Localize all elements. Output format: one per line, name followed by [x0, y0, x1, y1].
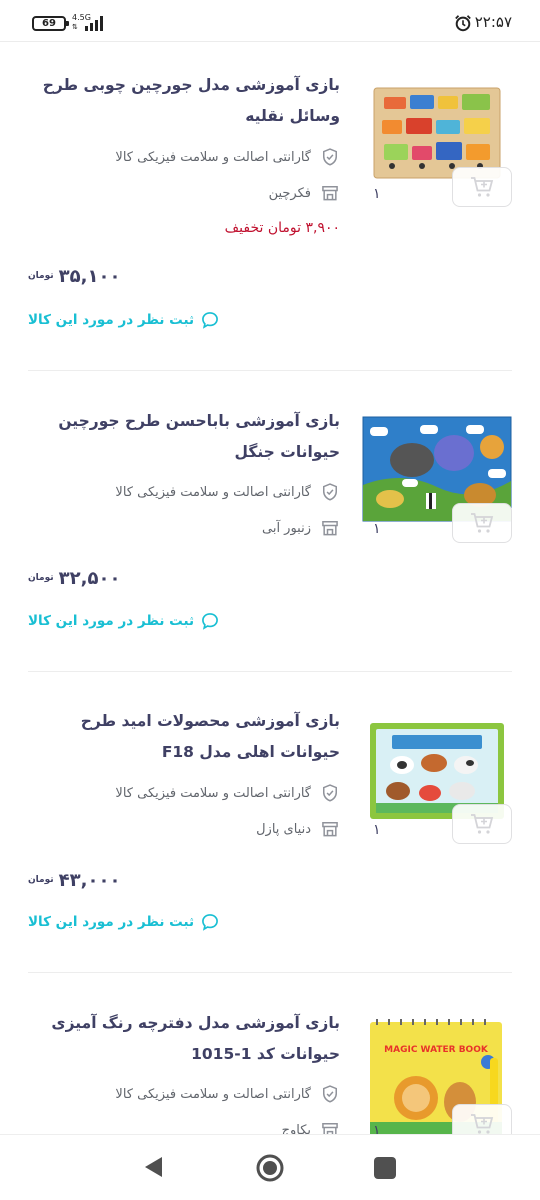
product-image-text: MAGIC WATER BOOK [384, 1045, 489, 1055]
comment-icon [202, 312, 218, 329]
store-icon [322, 521, 338, 536]
currency-label: تومان [28, 573, 54, 583]
product-title[interactable]: بازی آموزشی باباحسن طرح جورچین حیوانات ج… [20, 406, 340, 468]
seller-name: پکاوج [281, 1122, 311, 1135]
comment-icon [202, 914, 218, 931]
write-review-link[interactable]: ثبت نظر در مورد این کالا [28, 309, 220, 331]
seller-row: فکرچین [269, 181, 340, 205]
currency-label: تومان [28, 271, 54, 281]
guarantee-text: گارانتی اصالت و سلامت فیزیکی کالا [115, 785, 311, 801]
add-to-cart-button[interactable] [452, 804, 512, 844]
review-label: ثبت نظر در مورد این کالا [28, 613, 195, 629]
price-amount: ۴۳,۰۰۰ [58, 869, 121, 891]
shield-check-icon [323, 148, 337, 166]
shield-check-icon [323, 1085, 337, 1103]
cart-icon [471, 177, 494, 197]
discount-label: ۳,۹۰۰ تومان تخفیف [224, 220, 340, 236]
product-card[interactable]: بازی آموزشی باباحسن طرح جورچین حیوانات ج… [0, 371, 540, 671]
price-amount: ۳۲,۵۰۰ [58, 567, 121, 589]
quantity: ۱ [373, 521, 381, 537]
comment-icon [202, 613, 218, 630]
review-label: ثبت نظر در مورد این کالا [28, 914, 195, 930]
guarantee-row: گارانتی اصالت و سلامت فیزیکی کالا [115, 1082, 340, 1106]
system-nav-bar [0, 1134, 540, 1200]
guarantee-text: گارانتی اصالت و سلامت فیزیکی کالا [115, 1086, 311, 1102]
price: تومان ۳۲,۵۰۰ [28, 565, 120, 591]
guarantee-row: گارانتی اصالت و سلامت فیزیکی کالا [115, 781, 340, 805]
seller-name: زنبور آبی [261, 520, 311, 536]
add-to-cart-button[interactable] [452, 1104, 512, 1134]
recents-icon[interactable] [374, 1157, 396, 1179]
write-review-link[interactable]: ثبت نظر در مورد این کالا [28, 911, 220, 933]
review-label: ثبت نظر در مورد این کالا [28, 312, 195, 328]
product-title[interactable]: بازی آموزشی محصولات امید طرح حیوانات اهل… [20, 706, 340, 768]
quantity: ۱ [373, 822, 381, 838]
seller-name: دنیای پازل [256, 821, 311, 837]
currency-label: تومان [28, 875, 54, 885]
cart-icon [471, 513, 494, 533]
add-to-cart-button[interactable] [452, 503, 512, 543]
home-icon[interactable] [255, 1153, 285, 1183]
shield-check-icon [323, 483, 337, 501]
product-title[interactable]: بازی آموزشی مدل دفترچه رنگ آمیزی حیوانات… [20, 1008, 340, 1070]
back-icon[interactable] [141, 1154, 167, 1180]
add-to-cart-button[interactable] [452, 167, 512, 207]
seller-name: فکرچین [268, 185, 311, 201]
cart-icon [471, 814, 494, 834]
shield-check-icon [323, 784, 337, 802]
price: تومان ۳۵,۱۰۰ [28, 263, 120, 289]
product-card[interactable]: بازی آموزشی محصولات امید طرح حیوانات اهل… [0, 672, 540, 972]
guarantee-row: گارانتی اصالت و سلامت فیزیکی کالا [115, 480, 340, 504]
product-title[interactable]: بازی آموزشی مدل جورچین چوبی طرح وسائل نق… [20, 70, 340, 132]
seller-row: پکاوج [282, 1118, 340, 1134]
guarantee-text: گارانتی اصالت و سلامت فیزیکی کالا [115, 484, 311, 500]
store-icon [322, 186, 338, 201]
guarantee-text: گارانتی اصالت و سلامت فیزیکی کالا [115, 149, 311, 165]
seller-row: زنبور آبی [262, 516, 340, 540]
seller-row: دنیای پازل [256, 817, 340, 841]
price-amount: ۳۵,۱۰۰ [58, 265, 121, 287]
write-review-link[interactable]: ثبت نظر در مورد این کالا [28, 610, 220, 632]
store-icon [322, 822, 338, 837]
quantity: ۱ [373, 186, 381, 202]
store-icon [322, 1123, 338, 1134]
cart-icon [471, 1114, 494, 1134]
guarantee-row: گارانتی اصالت و سلامت فیزیکی کالا [115, 145, 340, 169]
product-card[interactable]: بازی آموزشی مدل جورچین چوبی طرح وسائل نق… [0, 0, 540, 370]
quantity: ۱ [373, 1123, 381, 1134]
product-card[interactable]: بازی آموزشی مدل دفترچه رنگ آمیزی حیوانات… [0, 973, 540, 1134]
price: تومان ۴۳,۰۰۰ [28, 867, 120, 893]
